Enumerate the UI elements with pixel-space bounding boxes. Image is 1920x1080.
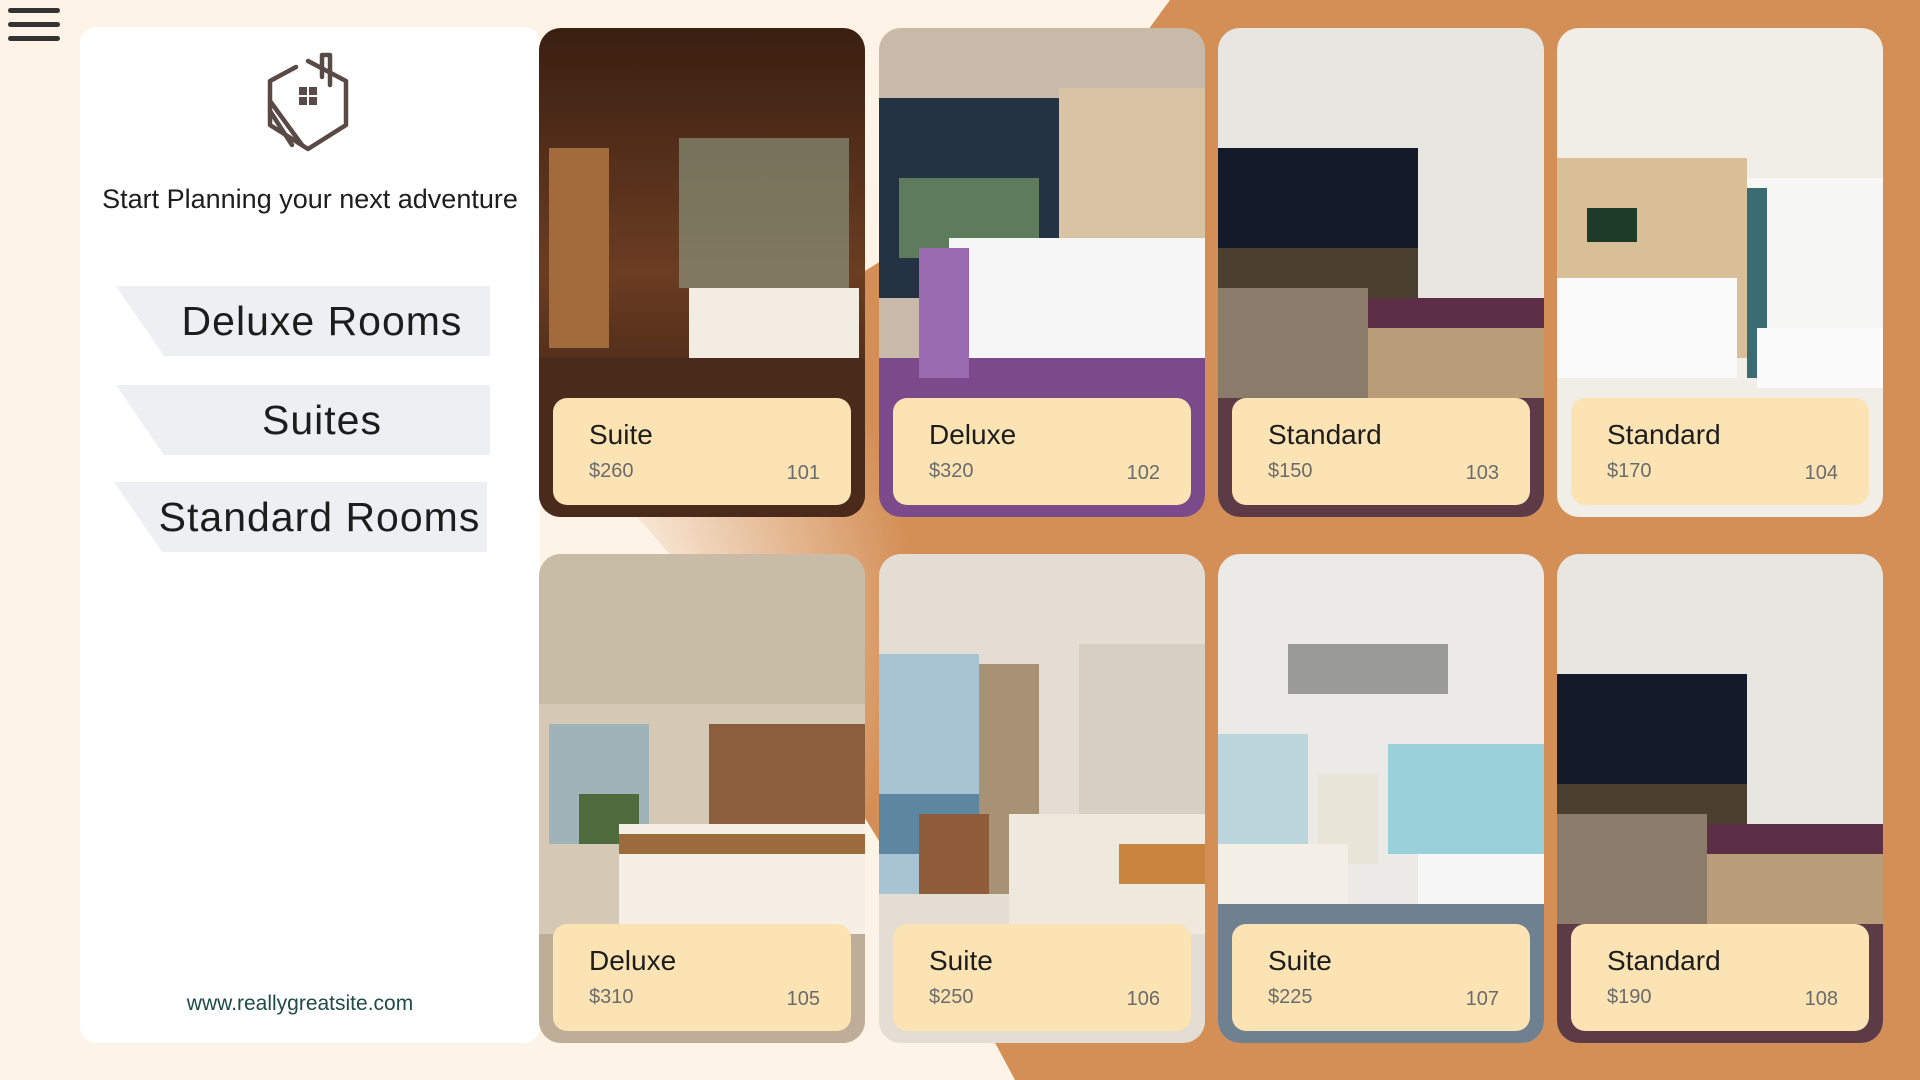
room-number: 101 [786, 462, 820, 484]
room-price: $170 [1607, 460, 1652, 482]
nav-item-label: Deluxe Rooms [181, 297, 463, 344]
sidebar: Start Planning your next adventure Delux… [80, 27, 540, 1043]
room-type: Deluxe [929, 419, 1017, 450]
room-type: Suite [1268, 945, 1332, 976]
room-number: 108 [1804, 988, 1838, 1010]
room-info-label: Suite $225 107 [1232, 924, 1530, 1031]
nav-item-label: Suites [262, 396, 382, 443]
room-card-102[interactable]: Deluxe $320 102 [879, 28, 1205, 517]
room-info-label: Standard $170 104 [1571, 398, 1869, 505]
house-logo-icon [258, 49, 368, 159]
room-number: 105 [786, 988, 820, 1010]
room-price: $260 [589, 460, 634, 482]
room-price: $310 [589, 986, 634, 1008]
hamburger-menu-icon[interactable] [8, 8, 60, 48]
room-type: Suite [929, 945, 993, 976]
room-type: Standard [1607, 419, 1721, 450]
room-card-108[interactable]: Standard $190 108 [1557, 554, 1883, 1043]
room-card-103[interactable]: Standard $150 103 [1218, 28, 1544, 517]
nav-deluxe-rooms-button[interactable]: Deluxe Rooms [116, 286, 490, 356]
nav-item-label: Standard Rooms [158, 493, 481, 540]
room-type: Suite [589, 419, 653, 450]
room-number: 106 [1126, 988, 1160, 1010]
website-url[interactable]: www.reallygreatsite.com [80, 992, 520, 1016]
room-number: 107 [1465, 988, 1499, 1010]
room-price: $190 [1607, 986, 1652, 1008]
room-info-label: Suite $260 101 [553, 398, 851, 505]
room-type: Standard [1268, 419, 1382, 450]
room-price: $320 [929, 460, 974, 482]
room-card-106[interactable]: Suite $250 106 [879, 554, 1205, 1043]
room-card-107[interactable]: Suite $225 107 [1218, 554, 1544, 1043]
room-info-label: Deluxe $320 102 [893, 398, 1191, 505]
tagline: Start Planning your next adventure [102, 184, 518, 214]
nav-suites-button[interactable]: Suites [116, 385, 490, 455]
room-number: 104 [1804, 462, 1838, 484]
room-type: Standard [1607, 945, 1721, 976]
room-price: $225 [1268, 986, 1313, 1008]
room-info-label: Standard $190 108 [1571, 924, 1869, 1031]
room-number: 102 [1126, 462, 1160, 484]
nav-standard-rooms-button[interactable]: Standard Rooms [114, 482, 487, 552]
room-card-105[interactable]: Deluxe $310 105 [539, 554, 865, 1043]
room-card-101[interactable]: Suite $260 101 [539, 28, 865, 517]
room-info-label: Suite $250 106 [893, 924, 1191, 1031]
room-number: 103 [1465, 462, 1499, 484]
room-price: $250 [929, 986, 974, 1008]
room-card-104[interactable]: Standard $170 104 [1557, 28, 1883, 517]
room-price: $150 [1268, 460, 1313, 482]
room-info-label: Standard $150 103 [1232, 398, 1530, 505]
room-type: Deluxe [589, 945, 677, 976]
room-info-label: Deluxe $310 105 [553, 924, 851, 1031]
